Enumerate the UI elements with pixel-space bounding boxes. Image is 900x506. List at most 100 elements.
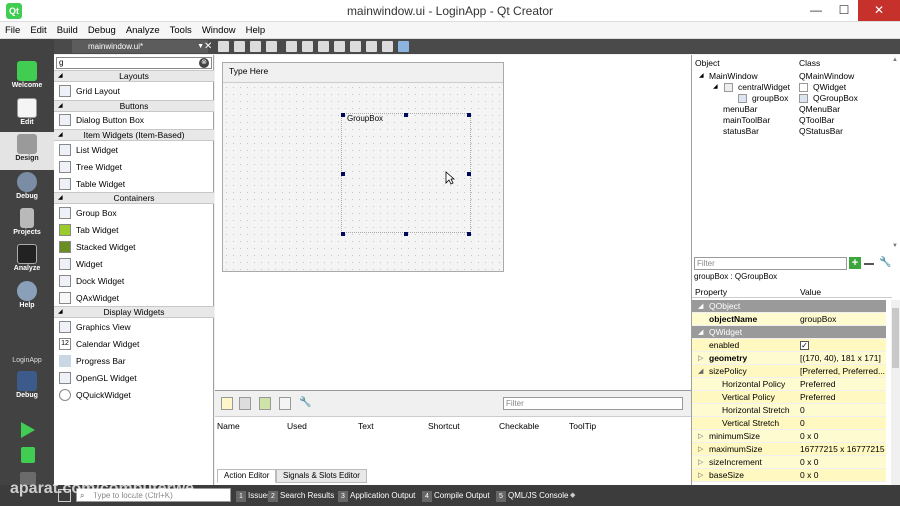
property-value[interactable]: 0 — [800, 404, 805, 417]
edit-signals-icon[interactable] — [234, 41, 245, 52]
property-row-sizeincrement[interactable]: ▷ sizeIncrement 0 x 0 — [692, 456, 886, 469]
adjust-size-icon[interactable] — [398, 41, 409, 52]
menu-tools[interactable]: Tools — [165, 22, 197, 39]
tree-row-maintoolbar[interactable]: mainToolBar QToolBar — [692, 115, 892, 126]
layout-grid-icon[interactable] — [366, 41, 377, 52]
form-menubar[interactable]: Type Here — [223, 63, 503, 83]
output-pane-compile-output[interactable]: 4 Compile Output — [422, 489, 490, 502]
resize-handle[interactable] — [404, 232, 408, 236]
property-value[interactable]: 0 x 0 — [800, 430, 818, 443]
debug-run-icon[interactable] — [21, 447, 35, 463]
clear-filter-icon[interactable]: ⊗ — [199, 58, 209, 68]
kit-selector[interactable]: Debug — [0, 369, 54, 407]
copy-action-icon[interactable] — [239, 397, 251, 410]
mode-analyze[interactable]: Analyze — [0, 242, 54, 280]
output-pane-issues[interactable]: 1 Issues — [236, 489, 271, 502]
widget-item-stacked-widget[interactable]: Stacked Widget — [54, 239, 214, 255]
property-row-minimumsize[interactable]: ▷ minimumSize 0 x 0 — [692, 430, 886, 443]
property-row-vertical-policy[interactable]: Vertical Policy Preferred — [692, 391, 886, 404]
remove-dynamic-property-icon[interactable] — [864, 263, 874, 265]
expand-arrow-icon[interactable]: ▷ — [698, 430, 703, 443]
resize-handle[interactable] — [341, 113, 345, 117]
configure-icon[interactable]: 🔧 — [879, 257, 891, 269]
property-row-enabled[interactable]: enabled ✓ — [692, 339, 886, 352]
resize-handle[interactable] — [341, 172, 345, 176]
mode-help[interactable]: Help — [0, 279, 54, 317]
property-value[interactable]: 0 — [800, 417, 805, 430]
more-panes-arrow-icon[interactable]: ◆ — [570, 491, 575, 499]
widget-item-widget[interactable]: Widget — [54, 256, 214, 272]
add-dynamic-property-icon[interactable]: + — [849, 257, 861, 269]
resize-handle[interactable] — [404, 113, 408, 117]
property-group-qwidget[interactable]: ◢ QWidget — [692, 326, 886, 339]
property-row-objectname[interactable]: objectName groupBox — [692, 313, 886, 326]
mode-debug[interactable]: Debug — [0, 170, 54, 208]
widget-item-group-box[interactable]: Group Box — [54, 205, 214, 221]
widget-item-calendar-widget[interactable]: 12 Calendar Widget — [54, 336, 214, 352]
column-header-class[interactable]: Class — [799, 58, 820, 68]
close-document-icon[interactable]: ✕ — [204, 39, 216, 54]
expand-arrow-icon[interactable]: ▷ — [698, 456, 703, 469]
layout-v-splitter-icon[interactable] — [334, 41, 345, 52]
expand-arrow-icon[interactable]: ◢ — [713, 82, 718, 93]
break-layout-icon[interactable] — [382, 41, 393, 52]
property-value[interactable]: Preferred — [800, 378, 835, 391]
type-here-placeholder[interactable]: Type Here — [229, 66, 268, 76]
property-row-maximumsize[interactable]: ▷ maximumSize 16777215 x 16777215 — [692, 443, 886, 456]
property-value[interactable]: Preferred — [800, 391, 835, 404]
delete-action-icon[interactable] — [279, 397, 291, 410]
property-filter-input[interactable]: Filter — [694, 257, 847, 270]
category-containers[interactable]: ◢ Containers — [54, 192, 214, 204]
main-window-form[interactable]: Type Here GroupBox — [222, 62, 504, 272]
configure-icon[interactable]: 🔧 — [299, 397, 311, 410]
tree-row-groupbox[interactable]: groupBox QGroupBox — [692, 93, 892, 104]
column-header-tooltip[interactable]: ToolTip — [569, 421, 596, 431]
category-buttons[interactable]: ◢ Buttons — [54, 100, 214, 112]
scroll-down-arrow-icon[interactable]: ▼ — [892, 243, 898, 249]
resize-handle[interactable] — [341, 232, 345, 236]
property-row-basesize[interactable]: ▷ baseSize 0 x 0 — [692, 469, 886, 482]
layout-horizontal-icon[interactable] — [286, 41, 297, 52]
widget-item-table-widget[interactable]: Table Widget — [54, 176, 214, 192]
column-header-used[interactable]: Used — [287, 421, 307, 431]
maximize-button[interactable]: ☐ — [830, 0, 858, 21]
resize-handle[interactable] — [467, 232, 471, 236]
resize-handle[interactable] — [467, 172, 471, 176]
column-header-shortcut[interactable]: Shortcut — [428, 421, 460, 431]
property-value[interactable]: [(170, 40), 181 x 171] — [800, 352, 881, 365]
layout-vertical-icon[interactable] — [302, 41, 313, 52]
column-header-property[interactable]: Property — [695, 286, 727, 298]
menu-analyze[interactable]: Analyze — [121, 22, 165, 39]
property-row-horizontal-policy[interactable]: Horizontal Policy Preferred — [692, 378, 886, 391]
layout-form-icon[interactable] — [350, 41, 361, 52]
widget-item-list-widget[interactable]: List Widget — [54, 142, 214, 158]
tree-row-menubar[interactable]: menuBar QMenuBar — [692, 104, 892, 115]
menu-file[interactable]: File — [0, 22, 25, 39]
widget-item-tab-widget[interactable]: Tab Widget — [54, 222, 214, 238]
scrollbar-thumb[interactable] — [892, 308, 899, 368]
widget-item-grid-layout[interactable]: Grid Layout — [54, 83, 214, 99]
tree-row-centralwidget[interactable]: ◢ centralWidget QWidget — [692, 82, 892, 93]
close-button[interactable]: ✕ — [858, 0, 900, 21]
column-header-object[interactable]: Object — [695, 58, 720, 68]
column-header-value[interactable]: Value — [800, 286, 821, 298]
property-value[interactable]: 0 x 0 — [800, 456, 818, 469]
dropdown-arrow-icon[interactable]: ▼ — [197, 40, 204, 53]
run-icon[interactable] — [21, 422, 35, 438]
output-pane-search-results[interactable]: 2 Search Results — [268, 489, 334, 502]
widget-item-dock-widget[interactable]: Dock Widget — [54, 273, 214, 289]
minimize-button[interactable]: — — [802, 0, 830, 21]
menu-debug[interactable]: Debug — [83, 22, 121, 39]
resize-handle[interactable] — [467, 113, 471, 117]
property-value[interactable]: groupBox — [800, 313, 836, 326]
menu-window[interactable]: Window — [197, 22, 241, 39]
action-filter-input[interactable]: Filter — [503, 397, 683, 410]
property-row-geometry[interactable]: ▷ geometry [(170, 40), 181 x 171] — [692, 352, 886, 365]
menu-help[interactable]: Help — [241, 22, 271, 39]
document-tab[interactable]: mainwindow.ui* ▼ — [72, 40, 208, 53]
paste-action-icon[interactable] — [259, 397, 271, 410]
property-row-horizontal-stretch[interactable]: Horizontal Stretch 0 — [692, 404, 886, 417]
widget-item-opengl-widget[interactable]: OpenGL Widget — [54, 370, 214, 386]
layout-h-splitter-icon[interactable] — [318, 41, 329, 52]
edit-tab-order-icon[interactable] — [266, 41, 277, 52]
